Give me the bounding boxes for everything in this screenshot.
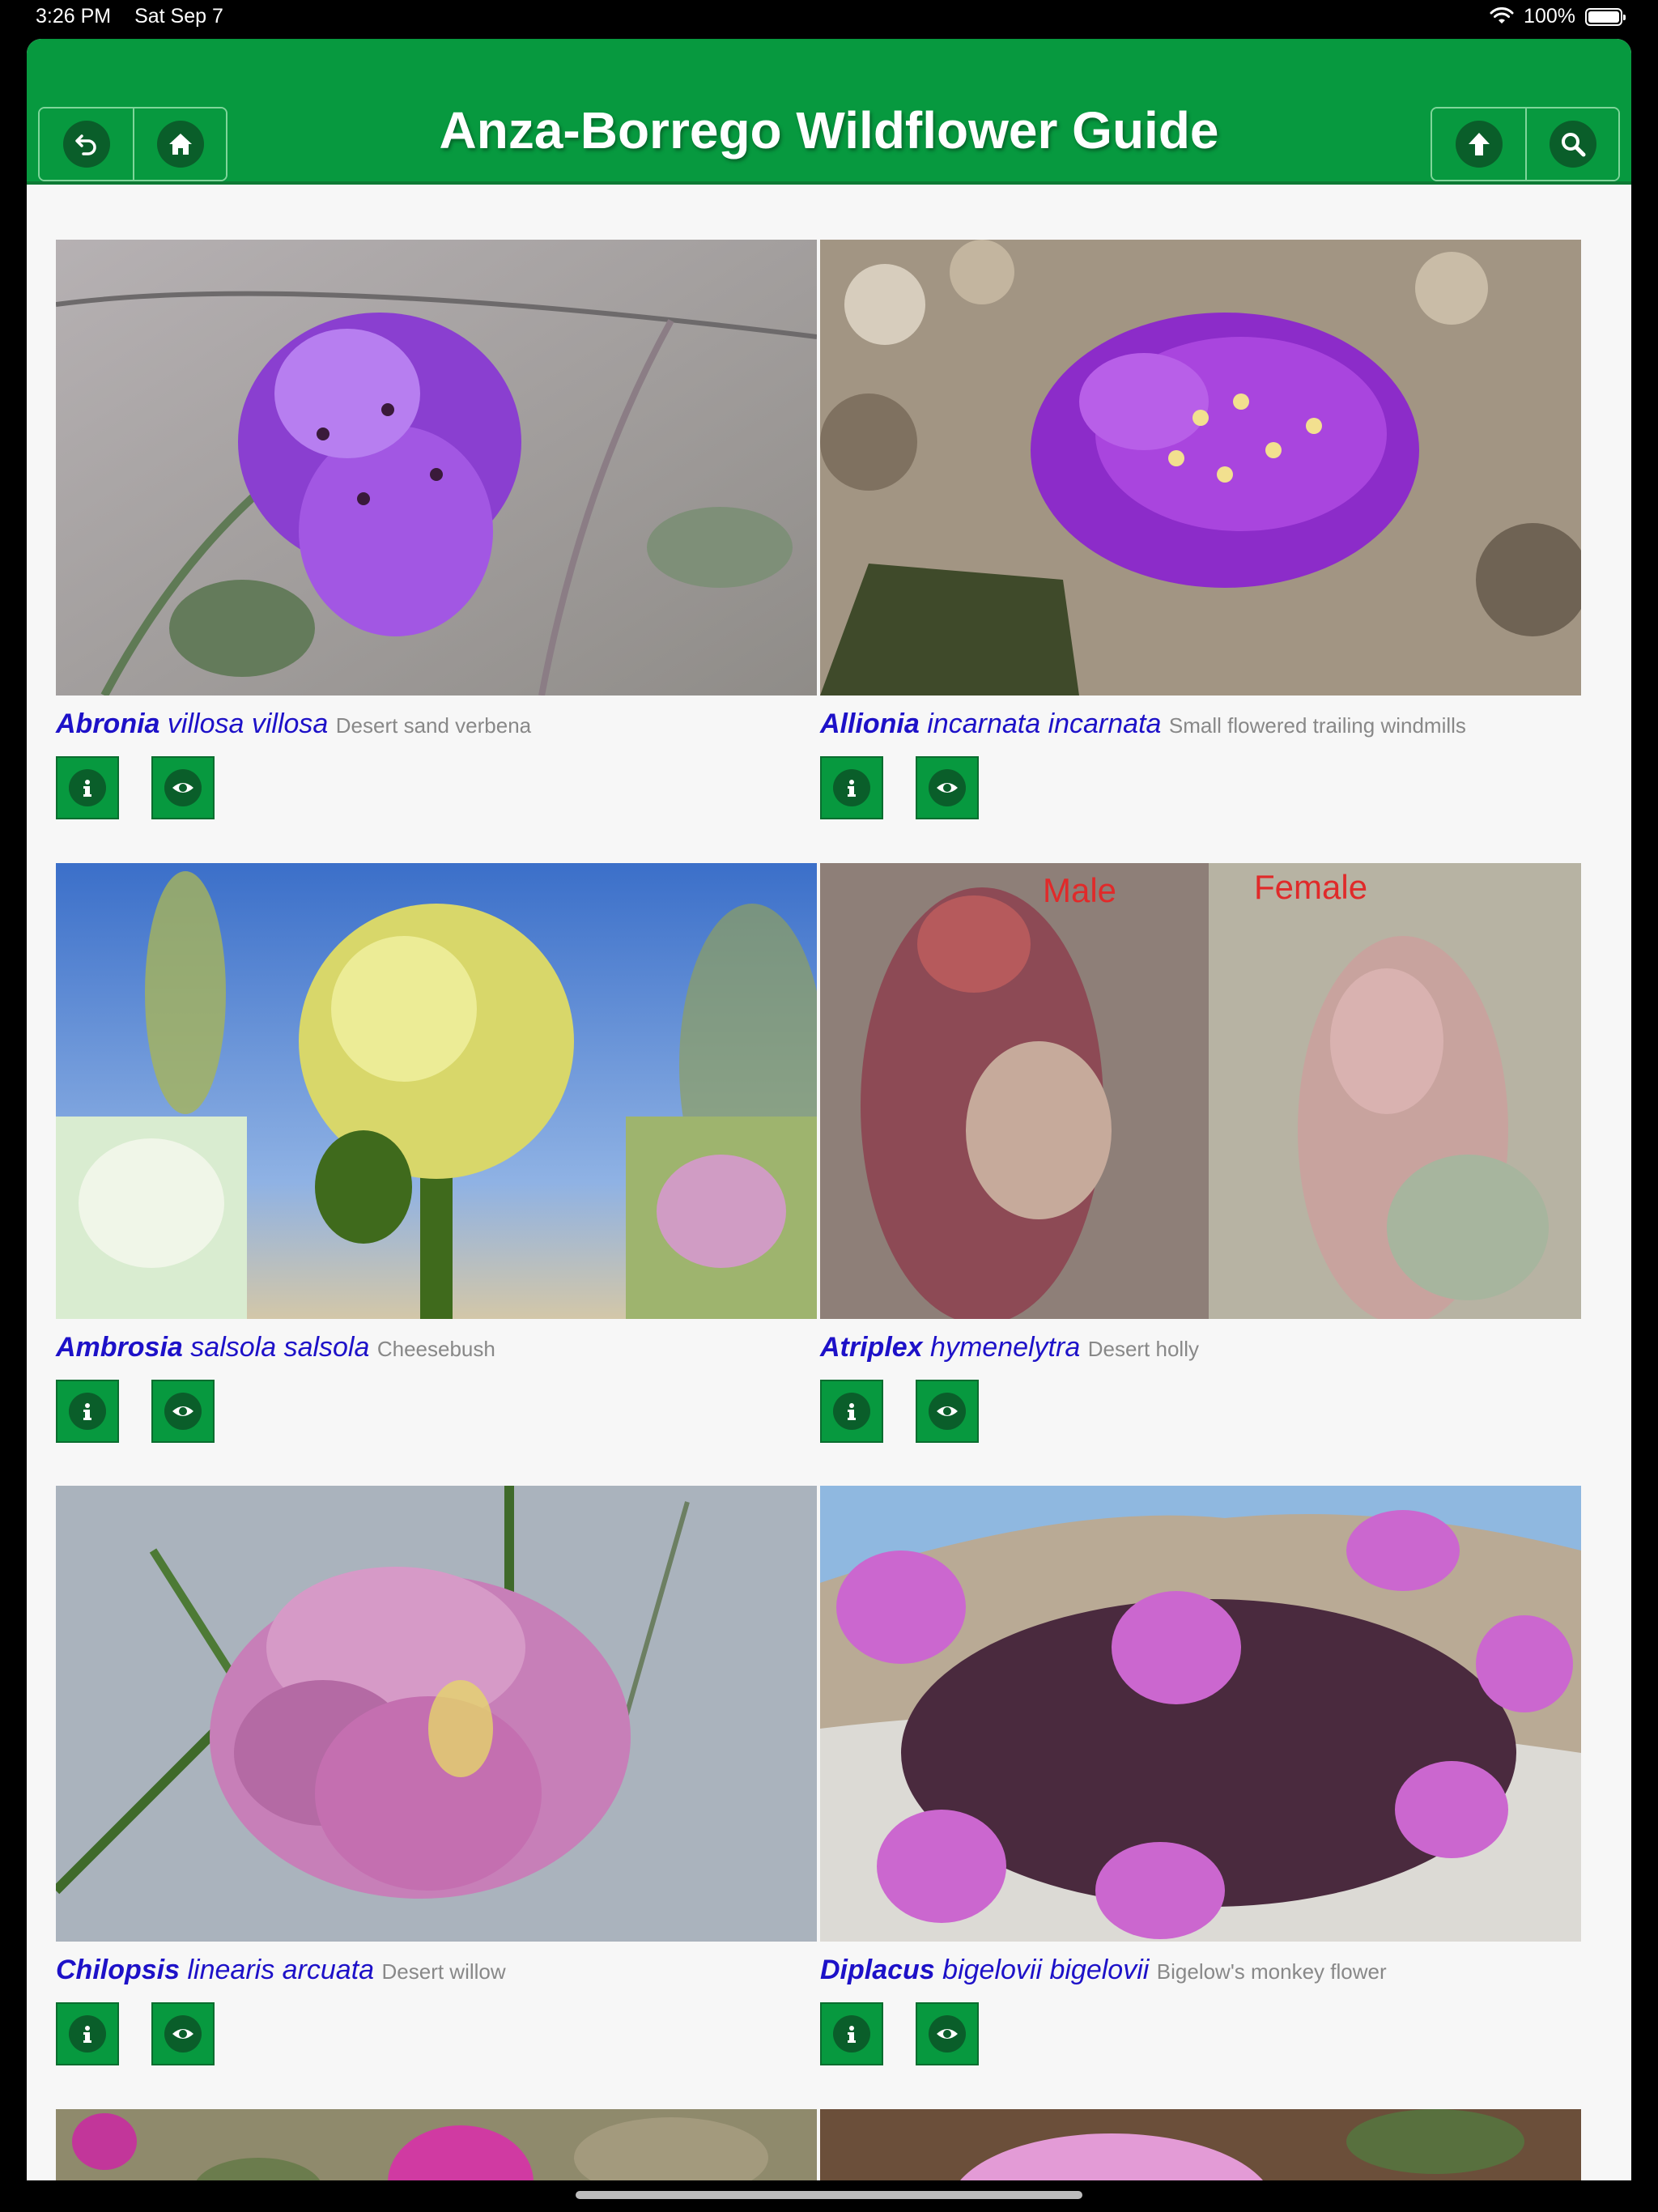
info-button[interactable]: [56, 756, 119, 819]
species-card: Ambrosia salsola salsola Cheesebush: [56, 863, 817, 1443]
species-epithet[interactable]: incarnata incarnata: [927, 708, 1161, 739]
species-common-name: Desert willow: [381, 1959, 506, 1984]
species-caption: Atriplex hymenelytra Desert holly: [820, 1332, 1581, 1363]
eye-icon: [164, 2015, 202, 2052]
info-icon: [833, 1393, 870, 1430]
info-icon: [69, 769, 106, 806]
info-button[interactable]: [56, 1380, 119, 1443]
species-genus[interactable]: Ambrosia: [56, 1332, 183, 1363]
status-right: 100%: [1490, 5, 1626, 28]
species-card: Allionia incarnata incarnata Small flowe…: [820, 240, 1581, 819]
info-button[interactable]: [820, 2002, 883, 2065]
species-genus[interactable]: Chilopsis: [56, 1955, 180, 1985]
right-button-group: [1431, 107, 1620, 181]
species-card: Chilopsis linearis arcuata Desert willow: [56, 1486, 817, 2065]
species-caption: Allionia incarnata incarnata Small flowe…: [820, 708, 1581, 740]
species-grid[interactable]: Abronia villosa villosa Desert sand verb…: [27, 188, 1631, 2180]
species-common-name: Cheesebush: [376, 1337, 495, 1361]
species-photo[interactable]: [56, 2109, 817, 2180]
species-common-name: Desert sand verbena: [335, 713, 532, 738]
species-epithet[interactable]: bigelovii bigelovii: [942, 1955, 1149, 1985]
species-genus[interactable]: Abronia: [56, 708, 159, 739]
app-window: Anza-Borrego Wildflower Guide Abronia vi…: [27, 39, 1631, 2180]
view-photos-button[interactable]: [151, 2002, 215, 2065]
card-actions: [56, 756, 817, 819]
view-photos-button[interactable]: [151, 756, 215, 819]
battery-icon: [1585, 7, 1626, 26]
species-epithet[interactable]: linearis arcuata: [187, 1955, 374, 1985]
species-common-name: Bigelow's monkey flower: [1156, 1959, 1387, 1984]
view-photos-button[interactable]: [916, 2002, 979, 2065]
species-photo[interactable]: [56, 240, 817, 696]
eye-icon: [164, 769, 202, 806]
wifi-icon: [1490, 6, 1514, 23]
home-indicator[interactable]: [576, 2191, 1082, 2199]
species-card: Diplacus bigelovii bigelovii Bigelow's m…: [820, 1486, 1581, 2065]
info-icon: [833, 769, 870, 806]
view-photos-button[interactable]: [916, 756, 979, 819]
search-button[interactable]: [1525, 108, 1618, 180]
info-button[interactable]: [820, 1380, 883, 1443]
info-icon: [69, 1393, 106, 1430]
card-actions: [56, 2002, 817, 2065]
eye-icon: [164, 1393, 202, 1430]
battery-percent: 100%: [1524, 5, 1575, 28]
species-epithet[interactable]: salsola salsola: [190, 1332, 369, 1363]
species-card-partial: [56, 2109, 817, 2180]
eye-icon: [929, 769, 966, 806]
species-genus[interactable]: Allionia: [820, 708, 920, 739]
card-actions: [820, 756, 1581, 819]
species-photo[interactable]: [56, 863, 817, 1319]
eye-icon: [929, 2015, 966, 2052]
card-actions: [820, 1380, 1581, 1443]
species-card: Abronia villosa villosa Desert sand verb…: [56, 240, 817, 819]
info-icon: [833, 2015, 870, 2052]
species-common-name: Desert holly: [1087, 1337, 1199, 1361]
photo-label-male: Male: [1043, 871, 1117, 909]
species-card: Male Female Atriplex hymenelytra Desert …: [820, 863, 1581, 1443]
species-caption: Chilopsis linearis arcuata Desert willow: [56, 1955, 817, 1986]
species-caption: Abronia villosa villosa Desert sand verb…: [56, 708, 817, 740]
species-photo[interactable]: [820, 240, 1581, 696]
page-title: Anza-Borrego Wildflower Guide: [439, 101, 1219, 160]
species-epithet[interactable]: hymenelytra: [930, 1332, 1080, 1363]
view-photos-button[interactable]: [916, 1380, 979, 1443]
header-bar: Anza-Borrego Wildflower Guide: [27, 39, 1631, 185]
status-time: 3:26 PM: [36, 5, 112, 28]
species-epithet[interactable]: villosa villosa: [168, 708, 328, 739]
card-actions: [820, 2002, 1581, 2065]
info-button[interactable]: [56, 2002, 119, 2065]
photo-label-female: Female: [1254, 868, 1368, 906]
species-photo[interactable]: [820, 1486, 1581, 1942]
up-arrow-icon: [1455, 121, 1503, 168]
view-photos-button[interactable]: [151, 1380, 215, 1443]
status-left: 3:26 PM Sat Sep 7: [36, 5, 241, 28]
species-photo[interactable]: Male Female: [820, 863, 1581, 1319]
species-photo[interactable]: [820, 2109, 1581, 2180]
info-button[interactable]: [820, 756, 883, 819]
eye-icon: [929, 1393, 966, 1430]
search-icon: [1549, 121, 1596, 168]
scroll-top-button[interactable]: [1432, 108, 1525, 180]
species-card-partial: [820, 2109, 1581, 2180]
card-actions: [56, 1380, 817, 1443]
info-icon: [69, 2015, 106, 2052]
species-common-name: Small flowered trailing windmills: [1168, 713, 1466, 738]
species-photo[interactable]: [56, 1486, 817, 1942]
status-date: Sat Sep 7: [134, 5, 223, 28]
species-caption: Diplacus bigelovii bigelovii Bigelow's m…: [820, 1955, 1581, 1986]
species-caption: Ambrosia salsola salsola Cheesebush: [56, 1332, 817, 1363]
species-genus[interactable]: Atriplex: [820, 1332, 923, 1363]
species-genus[interactable]: Diplacus: [820, 1955, 935, 1985]
status-bar: 3:26 PM Sat Sep 7 100%: [0, 0, 1658, 32]
